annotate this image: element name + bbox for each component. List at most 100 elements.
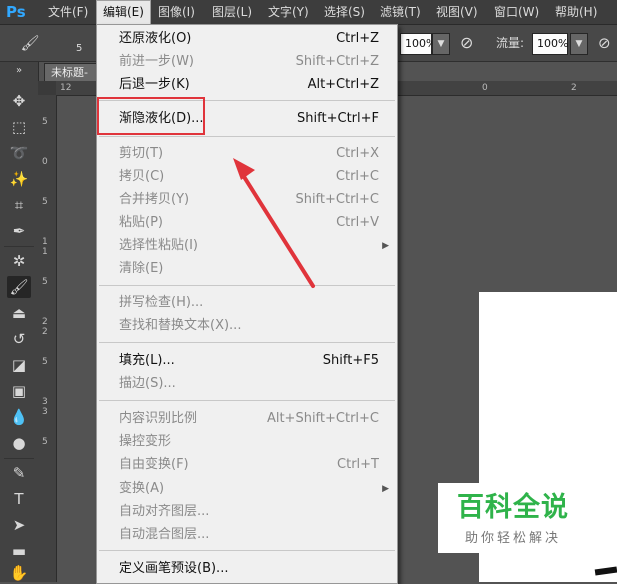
path-selection-tool-icon[interactable]: ➤ [7,514,31,536]
clone-stamp-tool-icon[interactable]: ⏏ [7,302,31,324]
menu-item-free-transform[interactable]: 自由变换(F) Ctrl+T [97,454,397,476]
menu-item-label: 还原液化(O) [119,31,192,46]
menu-item-label: 自由变换(F) [119,457,189,472]
menu-separator [99,400,395,401]
menu-item-label: 选择性粘贴(I) [119,238,198,253]
menu-type[interactable]: 文字(Y) [262,0,315,24]
menu-item-label: 剪切(T) [119,146,164,161]
flow-input[interactable]: 100% [532,33,568,55]
menu-item-shortcut: Shift+Ctrl+Z [295,54,379,69]
menu-item-step-backward[interactable]: 后退一步(K) Alt+Ctrl+Z [97,74,397,96]
tools-divider [4,458,34,459]
opacity-input[interactable]: 100% [400,33,436,55]
watermark-logo: 百科全说 助你轻松解决 [438,483,598,553]
menu-item-shortcut: Alt+Ctrl+Z [307,77,379,92]
annotation-arrow-icon [233,158,315,288]
brush-tool-icon[interactable]: 🖌 [7,276,31,298]
menu-help[interactable]: 帮助(H) [549,0,603,24]
eyedropper-tool-icon[interactable]: ✒ [7,220,31,242]
vertical-ruler[interactable]: 5 0 5 1 1 5 2 2 5 3 3 5 [38,95,57,582]
ruler-tick-label: 0 [42,157,48,167]
menu-filter[interactable]: 滤镜(T) [374,0,427,24]
menu-layer[interactable]: 图层(L) [206,0,258,24]
ruler-tick-label: 2 [571,83,577,93]
magic-wand-tool-icon[interactable]: ✨ [7,168,31,190]
menu-item-label: 粘贴(P) [119,215,163,230]
menu-item-step-forward[interactable]: 前进一步(W) Shift+Ctrl+Z [97,51,397,73]
gradient-tool-icon[interactable]: ▣ [7,380,31,402]
menu-item-label: 拷贝(C) [119,169,165,184]
menu-view[interactable]: 视图(V) [430,0,484,24]
collapse-panel-icon[interactable]: » [7,60,31,82]
crop-tool-icon[interactable]: ⌗ [7,194,31,216]
rectangle-tool-icon[interactable]: ▬ [7,540,31,562]
menu-item-stroke[interactable]: 描边(S)... [97,373,397,395]
menu-item-label: 内容识别比例 [119,411,198,426]
ruler-tick-label: 1 [42,247,48,257]
healing-brush-tool-icon[interactable]: ✲ [7,250,31,272]
menu-item-shortcut: Ctrl+Z [336,31,379,46]
hand-tool-icon[interactable]: ✋ [7,562,31,584]
brush-size-label: 5 [76,43,83,54]
submenu-arrow-icon: ▶ [382,484,389,494]
ruler-tick-label: 2 [42,317,48,327]
menu-item-label: 后退一步(K) [119,77,190,92]
lasso-tool-icon[interactable]: ➰ [7,142,31,164]
airbrush-icon[interactable]: ⊘ [598,33,611,53]
menu-item-label: 前进一步(W) [119,54,194,69]
menu-image[interactable]: 图像(I) [152,0,201,24]
watermark-subtitle: 助你轻松解决 [464,531,561,546]
ruler-tick-label: 5 [42,437,48,447]
marquee-tool-icon[interactable]: ⬚ [7,116,31,138]
ruler-tick-label: 1 [42,237,48,247]
menu-item-undo-liquify[interactable]: 还原液化(O) Ctrl+Z [97,28,397,50]
blur-tool-icon[interactable]: 💧 [7,406,31,428]
menu-window[interactable]: 窗口(W) [488,0,545,24]
menu-item-label: 合并拷贝(Y) [119,192,190,207]
menu-item-find-replace[interactable]: 查找和替换文本(X)... [97,315,397,337]
history-brush-tool-icon[interactable]: ↺ [7,328,31,350]
pressure-opacity-icon[interactable]: ⊘ [460,33,473,53]
photoshop-logo: Ps [6,3,26,21]
menu-item-auto-blend-layers[interactable]: 自动混合图层... [97,524,397,546]
menu-item-transform[interactable]: 变换(A) ▶ [97,478,397,500]
menu-item-label: 操控变形 [119,434,172,449]
tools-panel: » ✥ ⬚ ➰ ✨ ⌗ ✒ ✲ 🖌 ⏏ ↺ ◪ ▣ 💧 ● ✎ T ➤ ▬ ✋ [0,62,39,582]
ruler-origin[interactable] [38,81,56,95]
menu-item-content-aware-scale[interactable]: 内容识别比例 Alt+Shift+Ctrl+C [97,408,397,430]
brush-preset-icon[interactable]: 🖌 [18,32,42,54]
menu-edit[interactable]: 编辑(E) [96,0,151,25]
menu-item-label: 拼写检查(H)... [119,295,204,310]
menu-bar: Ps 文件(F) 编辑(E) 图像(I) 图层(L) 文字(Y) 选择(S) 滤… [0,0,617,25]
menu-item-shortcut: Alt+Shift+Ctrl+C [266,411,379,426]
eraser-tool-icon[interactable]: ◪ [7,354,31,376]
ruler-tick-label: 5 [42,357,48,367]
menu-item-label: 查找和替换文本(X)... [119,318,242,333]
ruler-tick-label: 3 [42,407,48,417]
ruler-tick-label: 3 [42,397,48,407]
menu-select[interactable]: 选择(S) [318,0,371,24]
menu-separator [99,342,395,343]
flow-dropdown-icon[interactable]: ▼ [570,33,588,55]
move-tool-icon[interactable]: ✥ [7,90,31,112]
ruler-tick-label: 0 [482,83,488,93]
menu-item-shortcut: Shift+F5 [322,353,379,368]
submenu-arrow-icon: ▶ [382,241,389,251]
menu-file[interactable]: 文件(F) [42,0,94,24]
ruler-tick-label: 5 [42,277,48,287]
opacity-dropdown-icon[interactable]: ▼ [432,33,450,55]
menu-item-fill[interactable]: 填充(L)... Shift+F5 [97,350,397,372]
flow-label: 流量: [496,36,525,50]
menu-item-label: 自动对齐图层... [119,504,210,519]
ruler-tick-label: 5 [42,117,48,127]
menu-item-shortcut: Shift+Ctrl+F [297,111,379,126]
menu-item-auto-align-layers[interactable]: 自动对齐图层... [97,501,397,523]
pen-tool-icon[interactable]: ✎ [7,462,31,484]
type-tool-icon[interactable]: T [7,488,31,510]
dodge-tool-icon[interactable]: ● [7,432,31,454]
menu-item-shortcut: Ctrl+X [336,146,379,161]
ruler-tick-label: 2 [42,327,48,337]
menu-separator [99,136,395,137]
menu-item-puppet-warp[interactable]: 操控变形 [97,431,397,453]
menu-item-define-brush-preset[interactable]: 定义画笔预设(B)... [97,558,397,580]
